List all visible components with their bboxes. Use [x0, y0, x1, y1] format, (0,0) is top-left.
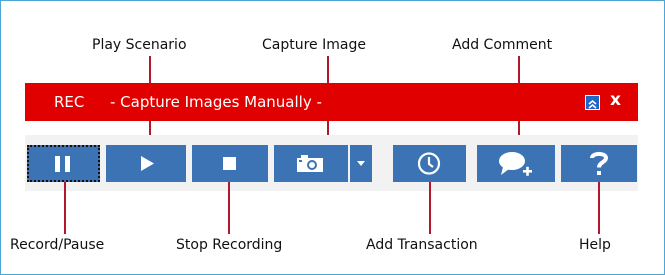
capture-image-button[interactable]	[274, 145, 348, 182]
double-chevron-up-icon	[588, 99, 597, 109]
play-scenario-button[interactable]	[106, 145, 186, 182]
stop-recording-button[interactable]	[192, 145, 268, 182]
camera-icon	[297, 155, 323, 172]
leader-record-pause	[64, 182, 66, 234]
leader-add-transaction	[429, 182, 431, 234]
callout-add-transaction: Add Transaction	[366, 237, 478, 253]
callout-capture-image: Capture Image	[262, 37, 366, 53]
add-comment-button[interactable]	[477, 145, 555, 182]
callout-record-pause: Record/Pause	[10, 237, 105, 253]
question-mark-icon	[590, 151, 609, 175]
recording-mode-label: - Capture Images Manually -	[110, 93, 322, 111]
recorder-title-bar: REC - Capture Images Manually - x	[25, 83, 638, 121]
callout-add-comment: Add Comment	[452, 37, 553, 53]
leader-stop-recording	[228, 182, 230, 234]
callout-stop-recording: Stop Recording	[176, 237, 283, 253]
callout-help: Help	[579, 237, 611, 253]
rec-label: REC	[54, 93, 85, 111]
capture-image-dropdown-button[interactable]	[350, 145, 372, 182]
help-button[interactable]	[561, 145, 637, 182]
play-icon	[141, 156, 154, 171]
callout-play-scenario: Play Scenario	[92, 37, 187, 53]
pause-icon	[55, 156, 70, 172]
collapse-button[interactable]	[585, 95, 600, 110]
speech-bubble-plus-icon	[499, 152, 532, 176]
add-transaction-button[interactable]	[393, 145, 466, 182]
stop-icon	[223, 157, 236, 170]
record-pause-button[interactable]	[27, 145, 100, 182]
clock-icon	[417, 152, 441, 175]
caret-down-icon	[357, 161, 365, 166]
close-button[interactable]: x	[610, 90, 621, 110]
leader-help	[598, 182, 600, 234]
